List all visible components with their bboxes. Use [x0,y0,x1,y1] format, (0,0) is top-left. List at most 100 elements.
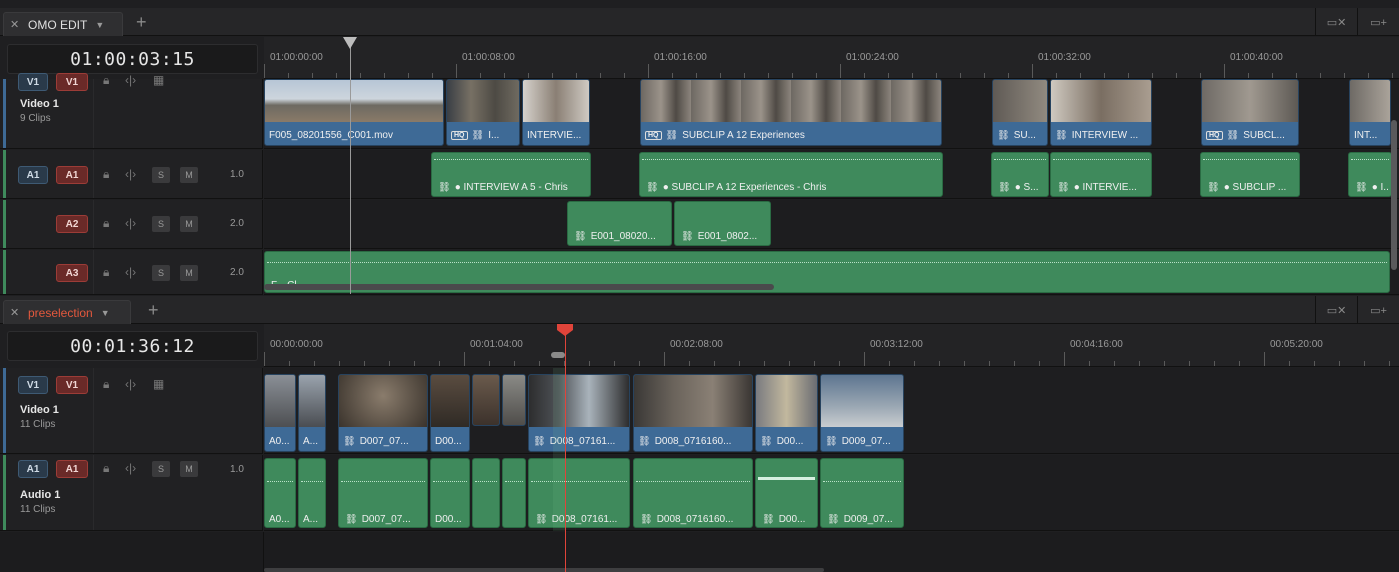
audio-clip[interactable]: ⛓ D00... [755,458,818,528]
audio-clip[interactable]: D00... [430,458,470,528]
film-icon[interactable]: ▦ [153,73,164,87]
playhead[interactable] [565,330,566,572]
video-lane-v1[interactable]: F005_08201556_C001.mov HQ ⛓ I... INTERVIE.… [264,79,1399,149]
video-clip[interactable]: ⛓ INTERVIEW ... [1050,79,1152,146]
audio-clip[interactable]: ⛓ D008_07161... [528,458,630,528]
dest-track-a2[interactable]: A2 [56,215,88,233]
video-clip[interactable]: ⛓ D00... [755,374,818,452]
audio-lane-a1[interactable]: A0... A... ⛓ D007_07... D00... ⛓ D008_0716… [264,455,1399,531]
audio-clip[interactable]: A0... [264,458,296,528]
audio-lane-a2[interactable]: ⛓ E001_08020... ⛓ E001_0802... [264,200,1399,249]
mute-button[interactable]: M [180,265,198,281]
lock-icon[interactable]: 🔒︎ [103,216,109,231]
new-window-icon[interactable]: ▭+ [1357,8,1399,36]
ruler-tick [1064,352,1065,366]
mute-button[interactable]: M [180,167,198,183]
audio-clip[interactable] [502,458,526,528]
video-clip[interactable]: INT... [1349,79,1391,146]
vertical-scrollbar[interactable] [1391,120,1397,270]
video-clip[interactable]: INTERVIE... [522,79,590,146]
lock-icon[interactable]: 🔒︎ [103,461,109,476]
video-clip[interactable]: F005_08201556_C001.mov [264,79,444,146]
time-ruler[interactable]: 01:00:00:00 01:00:08:00 01:00:16:00 01:0… [264,37,1399,79]
audio-clip[interactable]: ⛓ ● INTERVIE... [1050,152,1152,197]
source-patch-v1[interactable]: V1 [18,73,48,91]
horizontal-scrollbar[interactable] [264,568,824,572]
audio-clip[interactable]: ⛓● I... [1348,152,1392,197]
audio-clip[interactable]: ⛓ D007_07... [338,458,428,528]
lock-icon[interactable]: 🔒︎ [103,265,109,280]
auto-select-icon[interactable]: ‹|› [125,167,136,181]
add-tab-icon[interactable]: + [136,13,147,31]
audio-clip[interactable]: ⛓ ● SUBCLIP ... [1200,152,1300,197]
playhead-handle[interactable] [343,37,357,49]
video-clip[interactable]: HQ ⛓ SUBCL... [1201,79,1299,146]
audio-clip[interactable] [472,458,500,528]
audio-clip[interactable]: ⛓ D009_07... [820,458,904,528]
video-clip[interactable] [472,374,500,426]
add-tab-icon[interactable]: + [148,301,159,319]
video-clip[interactable]: ⛓ SU... [992,79,1048,146]
audio-clip[interactable]: A... [298,458,326,528]
lock-icon[interactable]: 🔒︎ [103,167,109,182]
close-timeline-icon[interactable]: ▭✕ [1315,8,1357,36]
playhead[interactable] [350,44,351,294]
lock-icon[interactable]: 🔒︎ [103,377,109,392]
horizontal-scrollbar[interactable] [264,284,774,290]
close-tab-icon[interactable]: ✕ [10,18,24,31]
auto-select-icon[interactable]: ‹|› [125,265,136,279]
video-clip[interactable]: HQ ⛓ I... [446,79,520,146]
solo-button[interactable]: S [152,216,170,232]
video-clip[interactable]: ⛓ D007_07... [338,374,428,452]
dest-track-a1[interactable]: A1 [56,460,88,478]
film-icon[interactable]: ▦ [153,377,164,391]
time-ruler[interactable]: 00:00:00:00 00:01:04:00 00:02:08:00 00:0… [264,324,1399,367]
solo-button[interactable]: S [152,265,170,281]
video-clip[interactable] [502,374,526,426]
auto-select-icon[interactable]: ‹|› [125,377,136,391]
clip-label: D00... [435,514,462,525]
close-timeline-icon[interactable]: ▭✕ [1315,296,1357,324]
ruler-tick [1139,361,1140,366]
source-patch-a1[interactable]: A1 [18,166,48,184]
video-clip[interactable]: ⛓ D009_07... [820,374,904,452]
audio-clip[interactable]: ⛓ E001_0802... [674,201,771,246]
timeline-tab-omo-edit[interactable]: ✕ OMO EDIT ▼ [3,12,123,36]
mute-button[interactable]: M [180,461,198,477]
close-tab-icon[interactable]: ✕ [10,306,24,319]
video-clip[interactable]: HQ ⛓ SUBCLIP A 12 Experiences [640,79,942,146]
audio-lane-a1[interactable]: ⛓ ● INTERVIEW A 5 - Chris ⛓ ● SUBCLIP A 12… [264,150,1399,199]
timeline-tab-preselection[interactable]: ✕ preselection ▼ [3,300,131,324]
video-clip[interactable]: ⛓ D008_0716160... [633,374,753,452]
marker-handle[interactable] [551,352,565,358]
solo-button[interactable]: S [152,461,170,477]
chevron-down-icon[interactable]: ▼ [101,308,110,318]
solo-button[interactable]: S [152,167,170,183]
timecode-display[interactable]: 01:00:03:15 [7,44,258,74]
new-window-icon[interactable]: ▭+ [1357,296,1399,324]
audio-clip[interactable]: ⛓ D008_0716160... [633,458,753,528]
audio-clip[interactable]: ⛓ ● SUBCLIP A 12 Experiences - Chris [639,152,943,197]
auto-select-icon[interactable]: ‹|› [125,461,136,475]
source-patch-a1[interactable]: A1 [18,460,48,478]
source-patch-v1[interactable]: V1 [18,376,48,394]
chevron-down-icon[interactable]: ▼ [95,20,104,30]
audio-clip[interactable]: ⛓ E001_08020... [567,201,672,246]
auto-select-icon[interactable]: ‹|› [125,73,136,87]
lock-icon[interactable]: 🔒︎ [103,73,109,88]
dest-track-a3[interactable]: A3 [56,264,88,282]
dest-track-v1[interactable]: V1 [56,376,88,394]
video-clip[interactable]: ⛓ D008_07161... [528,374,630,452]
video-clip[interactable]: D00... [430,374,470,452]
dest-track-v1[interactable]: V1 [56,73,88,91]
video-lane-v1[interactable]: A0... A... ⛓ D007_07... D00... ⛓ D008_0716… [264,368,1399,454]
mute-button[interactable]: M [180,216,198,232]
clip-label: A... [303,514,319,525]
audio-clip[interactable]: ⛓ ● S... [991,152,1049,197]
dest-track-a1[interactable]: A1 [56,166,88,184]
video-clip[interactable]: A0... [264,374,296,452]
auto-select-icon[interactable]: ‹|› [125,216,136,230]
timecode-display[interactable]: 00:01:36:12 [7,331,258,361]
video-clip[interactable]: A... [298,374,326,452]
audio-clip[interactable]: ⛓ ● INTERVIEW A 5 - Chris [431,152,591,197]
